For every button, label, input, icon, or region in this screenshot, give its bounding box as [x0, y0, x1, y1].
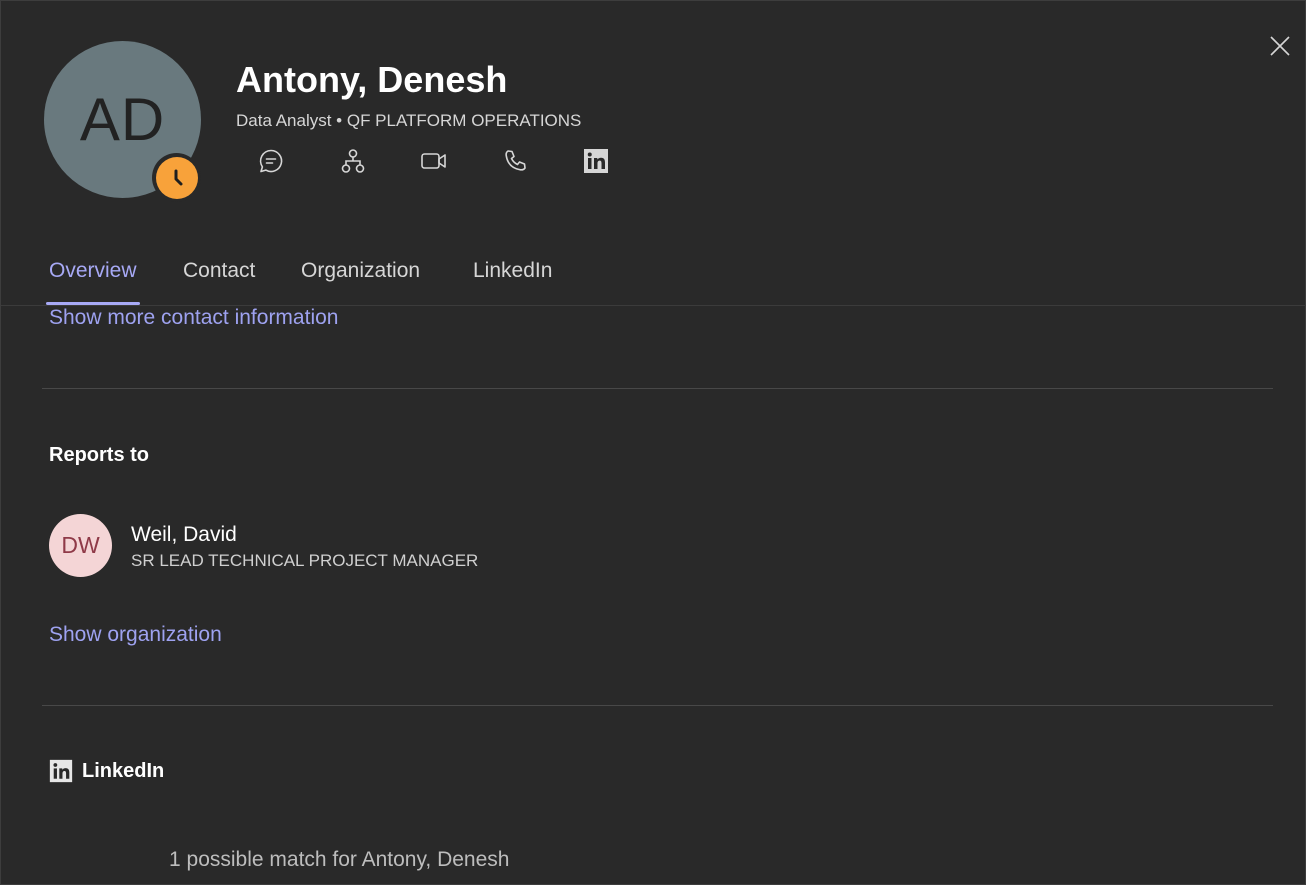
manager-avatar-initials: DW: [61, 532, 100, 558]
profile-subtitle: Data Analyst • QF PLATFORM OPERATIONS: [236, 111, 582, 130]
tab-overview[interactable]: Overview: [46, 251, 140, 306]
phone-icon: [505, 150, 526, 171]
profile-name: Antony, Denesh: [236, 59, 508, 100]
profile-card: AD Antony, Denesh Data Analyst • QF PLAT…: [0, 0, 1306, 885]
org-chart-button[interactable]: [337, 145, 369, 177]
section-divider: [42, 388, 1273, 389]
tab-linkedin[interactable]: LinkedIn: [473, 251, 552, 306]
show-organization-link[interactable]: Show organization: [49, 623, 222, 647]
chat-icon: [259, 149, 283, 173]
linkedin-icon: [584, 149, 608, 173]
linkedin-section-header: LinkedIn: [49, 757, 164, 785]
linkedin-match-text: 1 possible match for Antony, Denesh: [169, 848, 510, 871]
close-icon: [1270, 36, 1290, 56]
manager-title: SR LEAD TECHNICAL PROJECT MANAGER: [131, 551, 479, 570]
linkedin-section-title: LinkedIn: [82, 759, 165, 782]
reports-to-title: Reports to: [49, 444, 149, 466]
show-more-contact-link[interactable]: Show more contact information: [49, 306, 338, 330]
close-button[interactable]: [1265, 31, 1295, 61]
phone-call-button[interactable]: [499, 145, 531, 177]
clock-icon: [174, 169, 182, 185]
org-chart-icon: [341, 149, 365, 173]
action-bar: [255, 145, 612, 177]
profile-avatar-initials: AD: [79, 86, 166, 153]
tab-contact[interactable]: Contact: [183, 251, 255, 306]
manager-avatar[interactable]: DW: [49, 514, 112, 577]
tab-organization[interactable]: Organization: [301, 251, 420, 306]
chat-button[interactable]: [255, 145, 287, 177]
manager-name[interactable]: Weil, David: [131, 523, 237, 547]
video-call-button[interactable]: [418, 145, 450, 177]
section-divider: [42, 705, 1273, 706]
presence-badge: [152, 153, 201, 202]
linkedin-icon: [49, 759, 73, 783]
tab-bar: Overview Contact Organization LinkedIn: [1, 251, 1306, 306]
linkedin-button[interactable]: [580, 145, 612, 177]
video-call-icon: [421, 153, 446, 169]
